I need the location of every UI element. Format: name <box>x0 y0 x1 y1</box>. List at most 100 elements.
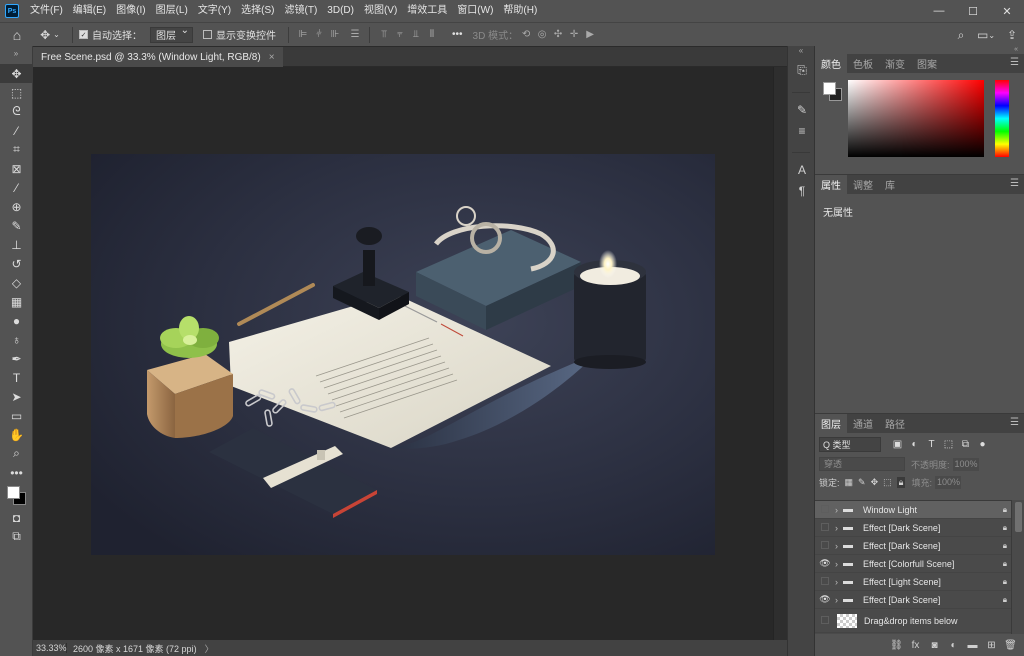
visibility-toggle[interactable] <box>815 576 835 587</box>
collapse-panels-icon[interactable]: « <box>815 46 1024 54</box>
crop-tool-icon[interactable]: ⌗ <box>0 140 33 159</box>
expand-chevron-icon[interactable]: › <box>835 559 843 569</box>
filter-type-icon[interactable]: T <box>923 439 940 450</box>
home-icon[interactable]: ⌂ <box>0 23 34 47</box>
layer-style-fx-icon[interactable]: fx <box>906 640 925 651</box>
menu-file[interactable]: 文件(F) <box>25 0 68 22</box>
distribute-icon[interactable]: ☰ <box>347 29 363 40</box>
search-icon[interactable]: ⌕ <box>950 23 972 47</box>
add-mask-icon[interactable]: ◙ <box>925 640 944 651</box>
expand-chevron-icon[interactable]: › <box>835 577 843 587</box>
tab-layers[interactable]: 图层 <box>815 414 847 433</box>
brush-tool-icon[interactable]: ✎ <box>0 216 33 235</box>
lasso-tool-icon[interactable]: ᘓ <box>0 102 33 121</box>
status-menu-arrow[interactable]: 〉 <box>205 642 214 655</box>
marquee-tool-icon[interactable]: ⬚ <box>0 83 33 102</box>
layer-row[interactable]: › ▬ Effect [Dark Scene] 🔒︎ <box>815 519 1011 537</box>
move-tool-preset-icon[interactable]: ✥ ⌄ <box>34 23 66 47</box>
menu-select[interactable]: 选择(S) <box>236 0 279 22</box>
menu-image[interactable]: 图像(I) <box>111 0 150 22</box>
collapse-dock-icon[interactable]: « <box>788 46 814 60</box>
minimize-button[interactable]: — <box>922 0 956 22</box>
align-vcenter-icon[interactable]: ⫧ <box>392 29 408 40</box>
filter-adjustment-icon[interactable]: ◐ <box>906 439 923 450</box>
align-top-icon[interactable]: ⫪ <box>376 29 392 40</box>
layer-row[interactable]: › ▬ Effect [Dark Scene] 🔒︎ <box>815 537 1011 555</box>
clone-stamp-tool-icon[interactable]: ⊥ <box>0 235 33 254</box>
hue-slider[interactable] <box>995 80 1009 157</box>
delete-layer-icon[interactable]: 🗑︎ <box>1001 640 1020 651</box>
menu-filter[interactable]: 滤镜(T) <box>280 0 323 22</box>
tab-gradients[interactable]: 渐变 <box>879 54 911 73</box>
auto-select-target-dropdown[interactable]: 图层 <box>150 25 193 43</box>
blend-mode-dropdown[interactable]: 穿透 <box>819 457 905 471</box>
filter-toggle-icon[interactable]: ● <box>974 439 991 450</box>
close-window-button[interactable]: ✕ <box>990 0 1024 22</box>
menu-plugins[interactable]: 增效工具 <box>402 0 452 22</box>
expand-chevron-icon[interactable]: › <box>835 541 843 551</box>
color-swatches[interactable] <box>0 482 33 508</box>
lock-pixels-icon[interactable]: ✎ <box>858 477 866 488</box>
gradient-tool-icon[interactable]: ▦ <box>0 292 33 311</box>
lock-artboard-icon[interactable]: ⬚ <box>883 477 892 488</box>
new-layer-icon[interactable]: ⊞ <box>982 640 1001 651</box>
hand-tool-icon[interactable]: ✋ <box>0 425 33 444</box>
workspace-switcher-icon[interactable]: ▭ ⌄ <box>972 23 1000 47</box>
layer-row[interactable]: Drag&drop items below <box>815 609 1011 633</box>
dodge-tool-icon[interactable]: ♁ <box>0 330 33 349</box>
collapse-tools-icon[interactable]: » <box>0 46 32 64</box>
tab-adjustments[interactable]: 调整 <box>847 175 879 194</box>
expand-chevron-icon[interactable]: › <box>835 523 843 533</box>
auto-select-checkbox[interactable]: ✓ <box>79 30 88 39</box>
type-tool-icon[interactable]: T <box>0 368 33 387</box>
eye-icon[interactable]: 👁︎ <box>815 594 835 605</box>
quick-mask-icon[interactable]: ◘ <box>0 508 33 527</box>
expand-chevron-icon[interactable]: › <box>835 595 843 605</box>
zoom-tool-icon[interactable]: ⌕ <box>0 444 33 463</box>
paragraph-icon[interactable]: ¶ <box>788 180 816 201</box>
tab-patterns[interactable]: 图案 <box>911 54 943 73</box>
foreground-color-swatch[interactable] <box>7 486 20 499</box>
character-icon[interactable]: A <box>788 159 816 180</box>
layer-row[interactable]: › ▬ Window Light 🔒︎ <box>815 501 1011 519</box>
history-brush-tool-icon[interactable]: ↺ <box>0 254 33 273</box>
lock-transparent-icon[interactable]: ▦ <box>845 477 854 488</box>
fill-field[interactable]: 100% <box>934 475 961 489</box>
frame-tool-icon[interactable]: ⊠ <box>0 159 33 178</box>
eraser-tool-icon[interactable]: ◇ <box>0 273 33 292</box>
tab-swatches[interactable]: 色板 <box>847 54 879 73</box>
eyedropper-tool-icon[interactable]: ⁄ <box>0 178 33 197</box>
move-tool-icon[interactable]: ✥ <box>0 64 33 83</box>
tab-channels[interactable]: 通道 <box>847 414 879 433</box>
visibility-toggle[interactable] <box>815 522 835 533</box>
panel-foreground-swatch[interactable] <box>823 82 836 95</box>
blur-tool-icon[interactable]: ● <box>0 311 33 330</box>
tab-color[interactable]: 颜色 <box>815 54 847 73</box>
close-document-icon[interactable]: × <box>269 52 275 63</box>
pen-tool-icon[interactable]: ✒ <box>0 349 33 368</box>
tab-paths[interactable]: 路径 <box>879 414 911 433</box>
new-group-icon[interactable]: ▬ <box>963 640 982 651</box>
3d-camera-icon[interactable]: ▶ <box>582 29 598 40</box>
menu-help[interactable]: 帮助(H) <box>498 0 542 22</box>
menu-view[interactable]: 视图(V) <box>359 0 402 22</box>
align-right-icon[interactable]: ⊪ <box>327 29 343 40</box>
menu-3d[interactable]: 3D(D) <box>322 0 359 22</box>
show-transform-checkbox[interactable] <box>203 30 212 39</box>
3d-pan-icon[interactable]: ✣ <box>550 29 566 40</box>
distribute-vertical-icon[interactable]: ⫴ <box>424 29 440 40</box>
visibility-toggle[interactable] <box>815 615 835 626</box>
lock-all-icon[interactable]: 🔒︎ <box>896 476 906 488</box>
menu-window[interactable]: 窗口(W) <box>452 0 498 22</box>
filter-smart-object-icon[interactable]: ⧉ <box>957 439 974 450</box>
layers-scrollbar[interactable] <box>1011 500 1024 634</box>
expand-chevron-icon[interactable]: › <box>835 505 843 515</box>
panel-menu-icon[interactable]: ☰ <box>1010 417 1019 428</box>
share-icon[interactable]: ⇪ <box>1000 23 1024 47</box>
edit-toolbar-icon[interactable]: ••• <box>0 463 33 482</box>
vertical-scrollbar[interactable] <box>773 67 787 640</box>
layer-row[interactable]: 👁︎ › ▬ Effect [Colorfull Scene] 🔒︎ <box>815 555 1011 573</box>
document-tab[interactable]: Free Scene.psd @ 33.3% (Window Light, RG… <box>33 47 283 67</box>
3d-orbit-icon[interactable]: ⟲ <box>518 29 534 40</box>
3d-slide-icon[interactable]: ✛ <box>566 29 582 40</box>
